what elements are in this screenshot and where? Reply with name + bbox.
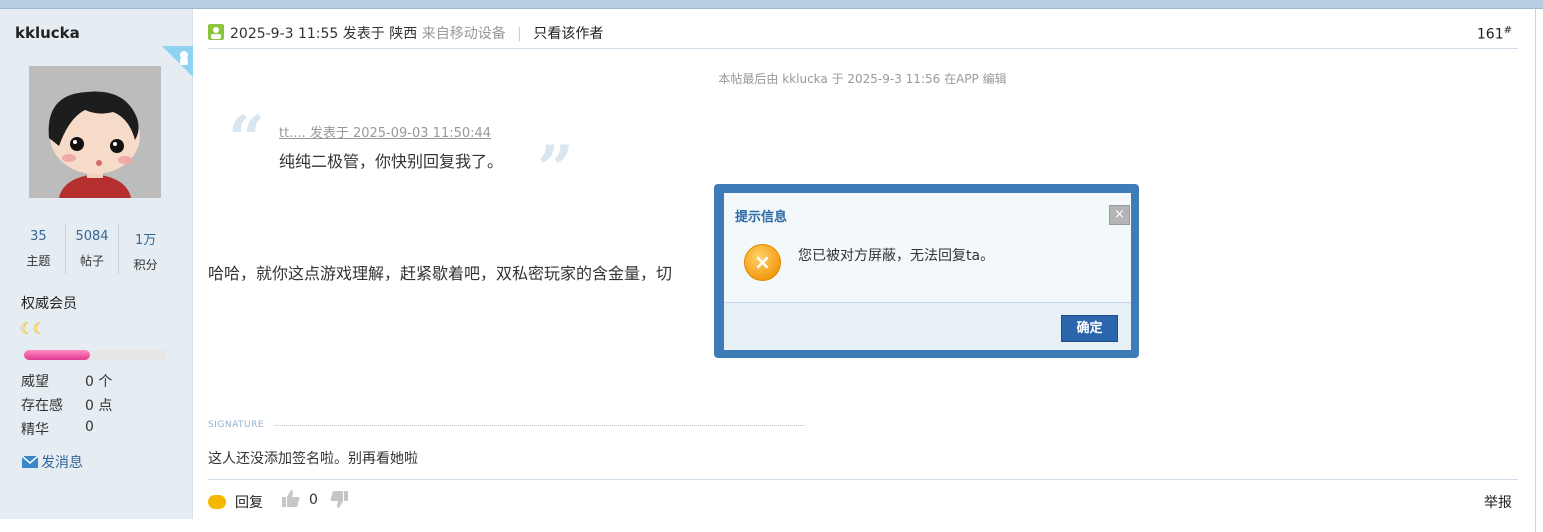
send-message-link[interactable]: 发消息 [22,452,83,472]
like-count: 0 [309,492,318,508]
thumbs-up-icon[interactable] [281,489,301,514]
floor-number-value: 161 [1476,26,1504,43]
separator: | [517,26,522,42]
attr-prestige-value: 0 个 [85,374,113,390]
post-meta: 2025-9-3 11:55 发表于 陕西 来自移动设备 | 只看该作者 [230,23,603,43]
alert-dialog: 提示信息 × × 您已被对方屏蔽，无法回复ta。 确定 [714,184,1139,358]
post-source[interactable]: 来自移动设备 [422,26,506,42]
rank-moon-icon: ☾☾ [20,319,47,338]
attr-presence: 存在感 0 点 [21,395,112,415]
post-datetime: 2025-9-3 11:55 [230,26,339,42]
quote-author-link[interactable]: tt.... 发表于 2025-09-03 11:50:44 [279,122,491,141]
user-stats: 35 主题 5084 帖子 1万 积分 [12,224,172,274]
error-icon: × [744,244,781,281]
report-link[interactable]: 举报 [1484,492,1512,512]
stat-credits[interactable]: 1万 积分 [119,224,172,274]
reply-button[interactable]: 回复 [208,492,263,512]
thumbs-down-icon[interactable] [329,489,349,514]
dialog-message: 您已被对方屏蔽，无法回复ta。 [798,248,995,264]
stat-posts[interactable]: 5084 帖子 [66,224,120,274]
floor-number[interactable]: 161# [1477,25,1512,43]
floor-mark: # [1503,25,1512,36]
edit-note: 本帖最后由 kklucka 于 2025-9-3 11:56 在APP 编辑 [0,70,1543,87]
signature-text: 这人还没添加签名啦。别再看她啦 [208,451,418,467]
attr-digest: 精华 0 [21,419,94,439]
stat-threads-value: 35 [30,229,47,244]
stat-posts-label: 帖子 [80,254,105,268]
signature-divider [275,425,805,426]
quote-close-icon: ” [537,132,574,207]
attr-prestige-label: 威望 [21,374,49,390]
close-icon[interactable]: × [1109,205,1130,225]
confirm-button[interactable]: 确定 [1061,315,1118,342]
credit-progress-bar [24,350,167,360]
user-rank[interactable]: 权威会员 [21,293,77,313]
top-strip [0,0,1543,9]
dialog-footer: 确定 [724,302,1131,350]
username[interactable]: kklucka [15,24,80,42]
attr-digest-label: 精华 [21,422,49,438]
stat-threads[interactable]: 35 主题 [12,224,66,274]
post-posted-at: 发表于 [342,26,385,42]
envelope-icon [22,456,38,468]
stat-credits-label: 积分 [133,258,158,272]
post-location: 陕西 [389,26,418,42]
right-rail [1535,9,1536,532]
reply-bubble-icon [208,495,226,509]
attr-presence-value: 0 点 [85,398,113,414]
only-author-link[interactable]: 只看该作者 [533,26,603,42]
quote-text: 纯纯二极管，你快别回复我了。 [279,152,504,171]
quote-open-icon: “ [228,102,265,177]
user-icon [208,24,224,40]
stat-threads-label: 主题 [26,254,51,268]
credit-progress-fill [24,350,90,360]
post-body: 哈哈，就你这点游戏理解，赶紧歇着吧，双私密玩家的含金量，切 [208,264,673,283]
dialog-body: 提示信息 × × 您已被对方屏蔽，无法回复ta。 确定 [724,193,1131,350]
reply-label: 回复 [235,495,263,511]
attr-digest-value: 0 [85,419,94,435]
stat-posts-value: 5084 [75,229,109,244]
attr-presence-label: 存在感 [21,398,63,414]
send-message-label: 发消息 [41,455,83,471]
dialog-title: 提示信息 [735,210,788,225]
post-footer: 回复 0 举报 [208,479,1518,514]
edit-note-text: 本帖最后由 kklucka 于 2025-9-3 11:56 在APP 编辑 [718,72,1007,86]
post-header: 2025-9-3 11:55 发表于 陕西 来自移动设备 | 只看该作者 161… [208,14,1518,49]
signature-label: SIGNATURE [208,420,265,430]
stat-credits-value: 1万 [135,233,157,248]
attr-prestige: 威望 0 个 [21,371,112,391]
